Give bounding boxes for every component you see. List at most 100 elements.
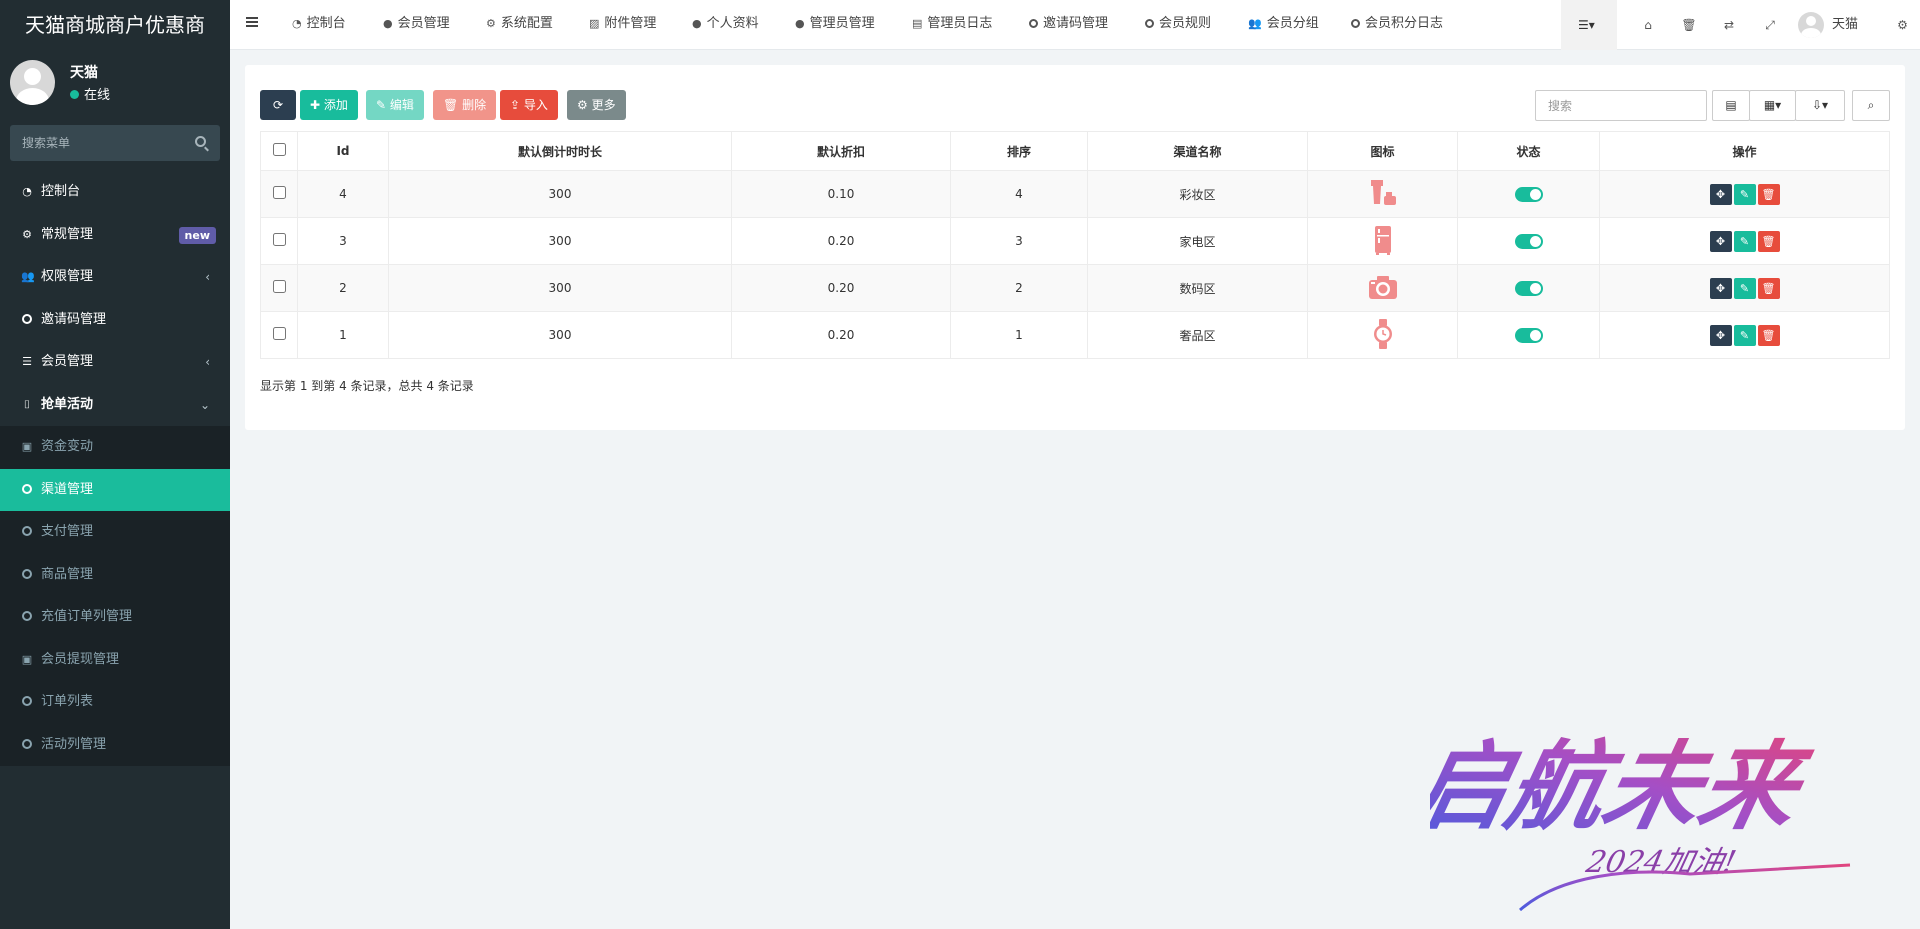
import-button[interactable]: ⇪ 导入 <box>500 90 558 120</box>
columns-button[interactable]: ▦▾ <box>1749 90 1796 121</box>
table-row: 4 300 0.10 4 彩妆区 ✥ ✎ 🗑 <box>260 170 1890 218</box>
select-all-checkbox[interactable] <box>272 143 286 156</box>
more-button[interactable]: ⚙ 更多 <box>567 90 626 120</box>
status-toggle[interactable] <box>1514 233 1543 249</box>
language-icon[interactable]: ⇄ <box>1714 0 1744 50</box>
delete-button[interactable]: 🗑 删除 <box>433 90 497 120</box>
camera-icon[interactable] <box>1367 273 1399 301</box>
add-button[interactable]: ✚ 添加 <box>300 90 358 120</box>
list-alt-icon: ▤ <box>912 17 923 30</box>
sidebar-item-general[interactable]: ⚙ 常规管理 new <box>0 214 230 257</box>
status-toggle[interactable] <box>1514 186 1543 202</box>
delete-row-button[interactable]: 🗑 <box>1757 230 1780 252</box>
tab-members[interactable]: ● 会员管理 <box>383 0 450 50</box>
cell-sort: 1 <box>950 311 1088 359</box>
sidebar: 天猫商城商户优惠商 天猫 在线 ◔ 控制台 ⚙ 常规管理 new 👥 权限管理 ‹ 邀请码… <box>0 0 230 929</box>
sidebar-item-grab-orders[interactable]: ⌷ 抢单活动 ⌄ <box>0 384 230 427</box>
user-status-label: 在线 <box>84 88 111 103</box>
sidebar-item-label: 权限管理 <box>41 269 94 284</box>
dashboard-icon: ◔ <box>22 185 32 198</box>
drag-sort-button[interactable]: ✥ <box>1709 277 1732 299</box>
app-logo-title[interactable]: 天猫商城商户优惠商 <box>0 0 230 50</box>
row-checkbox[interactable] <box>272 186 286 199</box>
nav-menu-dropdown[interactable]: ☰▾ <box>1561 0 1617 50</box>
sidebar-item-members[interactable]: ☰ 会员管理 ‹ <box>0 341 230 384</box>
settings-cogs-icon[interactable]: ⚙ <box>1890 0 1915 50</box>
search-button[interactable]: ⌕ <box>1852 90 1890 121</box>
trash-icon: 🗑 <box>443 98 463 112</box>
tab-member-points-log[interactable]: 会员积分日志 <box>1351 0 1443 50</box>
sidebar-item-channels[interactable]: 渠道管理 <box>0 468 230 511</box>
table-row: 3 300 0.20 3 家电区 ✥ ✎ 🗑 <box>260 217 1890 265</box>
tab-admins[interactable]: ● 管理员管理 <box>795 0 875 50</box>
col-channel-name[interactable]: 渠道名称 <box>1087 131 1308 171</box>
tab-attachments[interactable]: ▨ 附件管理 <box>589 0 656 50</box>
sidebar-item-permissions[interactable]: 👥 权限管理 ‹ <box>0 256 230 299</box>
tab-label: 个人资料 <box>706 16 759 31</box>
user-menu[interactable]: 天猫 <box>1798 0 1858 50</box>
tab-system-config[interactable]: ⚙ 系统配置 <box>486 0 553 50</box>
fullscreen-icon[interactable]: ⤢ <box>1755 0 1785 50</box>
sidebar-item-fund-changes[interactable]: ▣ 资金变动 <box>0 426 230 469</box>
gear-icon: ⚙ <box>486 17 496 30</box>
status-toggle[interactable] <box>1514 280 1543 296</box>
col-duration[interactable]: 默认倒计时时长 <box>388 131 732 171</box>
topnav-user-name: 天猫 <box>1832 17 1859 32</box>
drag-sort-button[interactable]: ✥ <box>1709 183 1732 205</box>
cell-duration: 300 <box>388 217 732 265</box>
col-discount[interactable]: 默认折扣 <box>731 131 951 171</box>
edit-row-button[interactable]: ✎ <box>1733 324 1756 346</box>
tab-member-rules[interactable]: 会员规则 <box>1145 0 1211 50</box>
search-icon[interactable] <box>195 136 206 147</box>
delete-row-button[interactable]: 🗑 <box>1757 277 1780 299</box>
money-icon: ▣ <box>21 440 33 453</box>
sidebar-item-dashboard[interactable]: ◔ 控制台 <box>0 171 230 214</box>
cell-channel-name: 彩妆区 <box>1087 170 1308 218</box>
row-checkbox[interactable] <box>272 233 286 246</box>
fridge-icon[interactable] <box>1368 224 1398 256</box>
sidebar-item-recharge-orders[interactable]: 充值订单列管理 <box>0 596 230 639</box>
watch-icon[interactable] <box>1369 318 1397 350</box>
col-id[interactable]: Id <box>297 131 389 171</box>
col-status[interactable]: 状态 <box>1457 131 1600 171</box>
circle-icon <box>21 724 33 767</box>
table-search-input[interactable] <box>1535 90 1707 121</box>
sidebar-item-invite-codes[interactable]: 邀请码管理 <box>0 299 230 342</box>
cell-id: 3 <box>297 217 389 265</box>
sidebar-item-withdrawals[interactable]: ▣ 会员提现管理 <box>0 638 230 681</box>
edit-button[interactable]: ✎ 编辑 <box>366 90 424 120</box>
drag-sort-button[interactable]: ✥ <box>1709 230 1732 252</box>
sidebar-item-payments[interactable]: 支付管理 <box>0 511 230 554</box>
edit-row-button[interactable]: ✎ <box>1733 277 1756 299</box>
refresh-button[interactable]: ⟳ <box>260 90 296 120</box>
home-icon[interactable]: ⌂ <box>1633 0 1663 50</box>
sidebar-item-products[interactable]: 商品管理 <box>0 553 230 596</box>
chevron-down-icon: ⌄ <box>199 397 210 412</box>
sidebar-item-activities[interactable]: 活动列管理 <box>0 723 230 767</box>
tab-member-groups[interactable]: 👥 会员分组 <box>1248 0 1319 50</box>
status-toggle[interactable] <box>1514 327 1543 343</box>
col-sort[interactable]: 排序 <box>950 131 1088 171</box>
delete-row-button[interactable]: 🗑 <box>1757 324 1780 346</box>
delete-row-button[interactable]: 🗑 <box>1757 183 1780 205</box>
col-icon[interactable]: 图标 <box>1307 131 1458 171</box>
row-checkbox[interactable] <box>272 280 286 293</box>
table-header-row: Id 默认倒计时时长 默认折扣 排序 渠道名称 图标 状态 操作 <box>260 131 1890 171</box>
drag-sort-button[interactable]: ✥ <box>1709 324 1732 346</box>
edit-row-button[interactable]: ✎ <box>1733 230 1756 252</box>
tab-label: 会员管理 <box>397 16 450 31</box>
tab-admin-log[interactable]: ▤ 管理员日志 <box>912 0 992 50</box>
tab-dashboard[interactable]: ◔ 控制台 <box>292 0 346 50</box>
cosmetics-icon[interactable] <box>1367 178 1399 208</box>
sidebar-search-input[interactable] <box>10 125 220 161</box>
tab-invite-codes[interactable]: 邀请码管理 <box>1029 0 1108 50</box>
tab-profile[interactable]: ● 个人资料 <box>692 0 759 50</box>
tab-label: 系统配置 <box>500 16 553 31</box>
sidebar-toggle-icon[interactable] <box>246 17 258 27</box>
toggle-view-button[interactable]: ▤ <box>1712 90 1750 121</box>
edit-row-button[interactable]: ✎ <box>1733 183 1756 205</box>
row-checkbox[interactable] <box>272 327 286 340</box>
export-button[interactable]: ⇩▾ <box>1795 90 1845 121</box>
trash-icon[interactable]: 🗑 <box>1674 0 1704 50</box>
sidebar-item-order-list[interactable]: 订单列表 <box>0 681 230 724</box>
